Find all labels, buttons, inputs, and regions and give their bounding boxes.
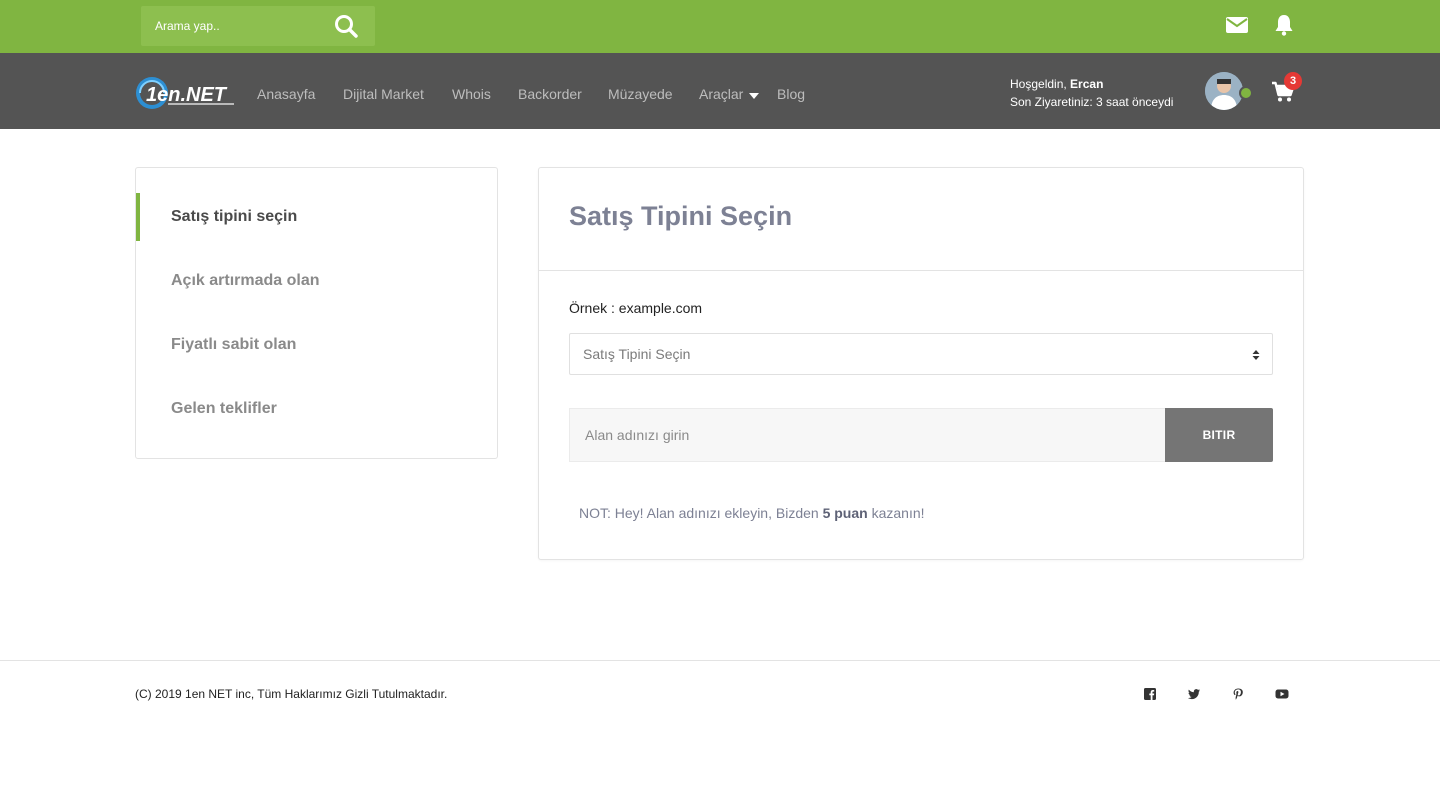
envelope-icon[interactable] xyxy=(1225,13,1249,37)
page-title: Satış Tipini Seçin xyxy=(569,201,793,231)
nav-link-muzayede[interactable]: Müzayede xyxy=(608,86,673,102)
main-card: Satış Tipini Seçin Örnek : example.com S… xyxy=(538,167,1304,560)
example-label: Örnek : example.com xyxy=(569,300,703,316)
cart-count-badge: 3 xyxy=(1284,72,1302,90)
bell-icon[interactable] xyxy=(1272,13,1296,37)
sidebar-item-sabit-fiyat[interactable]: Fiyatlı sabit olan xyxy=(136,321,497,369)
youtube-icon[interactable] xyxy=(1275,687,1289,701)
copyright: (C) 2019 1en NET inc, Tüm Haklarımız Giz… xyxy=(135,687,448,701)
note-suffix: kazanın! xyxy=(867,505,925,521)
sidebar-item-satis-tipi[interactable]: Satış tipini seçin xyxy=(136,193,497,241)
note-points: 5 puan xyxy=(822,505,868,521)
nav-link-anasayfa[interactable]: Anasayfa xyxy=(257,86,315,102)
user-avatar-icon xyxy=(1205,72,1243,110)
sale-type-select[interactable]: Satış Tipini Seçin xyxy=(569,333,1273,375)
note-text: NOT: Hey! Alan adınızı ekleyin, Bizden 5… xyxy=(579,505,925,521)
search-input[interactable] xyxy=(155,6,325,46)
divider xyxy=(539,270,1303,271)
footer-divider xyxy=(0,660,1440,661)
sort-arrows-icon xyxy=(1252,350,1260,360)
search-icon[interactable] xyxy=(333,13,359,39)
chevron-down-icon[interactable] xyxy=(749,92,759,100)
last-visit: Son Ziyaretiniz: 3 saat önceydi xyxy=(1010,95,1174,109)
nav-link-blog[interactable]: Blog xyxy=(777,86,805,102)
brand-logo[interactable]: 1en.NET xyxy=(134,74,238,112)
sidebar: Satış tipini seçin Açık artırmada olan F… xyxy=(135,167,498,459)
nav-link-dijital-market[interactable]: Dijital Market xyxy=(343,86,424,102)
avatar[interactable] xyxy=(1205,72,1243,110)
welcome-message: Hoşgeldin, Ercan Son Ziyaretiniz: 3 saat… xyxy=(1010,75,1173,111)
pinterest-icon[interactable] xyxy=(1231,687,1245,701)
nav-link-araclar[interactable]: Araçlar xyxy=(699,86,743,102)
sidebar-item-acik-artirma[interactable]: Açık artırmada olan xyxy=(136,257,497,305)
nav-link-whois[interactable]: Whois xyxy=(452,86,491,102)
finish-button[interactable]: BITIR xyxy=(1165,408,1273,462)
welcome-prefix: Hoşgeldin, xyxy=(1010,77,1071,91)
main-navbar: 1en.NET Anasayfa Dijital Market Whois Ba… xyxy=(0,53,1440,129)
domain-input[interactable] xyxy=(569,408,1166,462)
online-status-badge xyxy=(1239,86,1253,100)
note-prefix: NOT: Hey! Alan adınızı ekleyin, Bizden xyxy=(579,505,823,521)
top-bar xyxy=(0,0,1440,53)
svg-text:1en.NET: 1en.NET xyxy=(146,84,228,106)
nav-link-backorder[interactable]: Backorder xyxy=(518,86,582,102)
user-name: Ercan xyxy=(1070,77,1104,91)
facebook-icon[interactable] xyxy=(1143,687,1157,701)
twitter-icon[interactable] xyxy=(1187,687,1201,701)
search-box xyxy=(141,6,375,46)
select-value: Satış Tipini Seçin xyxy=(583,346,691,362)
sidebar-item-gelen-teklifler[interactable]: Gelen teklifler xyxy=(136,385,497,433)
